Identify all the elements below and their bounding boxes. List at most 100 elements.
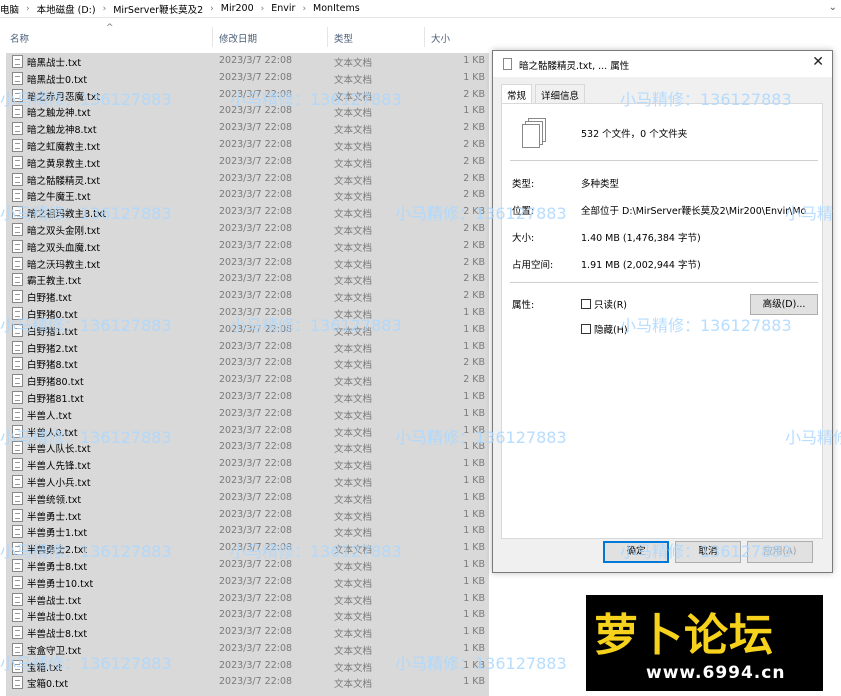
chevron-right-icon: ›: [260, 3, 265, 14]
chevron-down-icon[interactable]: ⌄: [829, 2, 837, 13]
file-row[interactable]: 暗之骷髅精灵.txt 2023/3/7 22:08 文本文档 2 KB: [6, 171, 489, 188]
location-value: 全部位于 D:\MirServer鞭长莫及2\Mir200\Envir\Mo: [581, 206, 807, 217]
file-row[interactable]: 暗黑战士.txt 2023/3/7 22:08 文本文档 1 KB: [6, 53, 489, 70]
file-type: 文本文档: [334, 427, 373, 439]
hidden-checkbox[interactable]: [581, 324, 591, 334]
file-row[interactable]: 半兽战士.txt 2023/3/7 22:08 文本文档 1 KB: [6, 591, 489, 608]
file-size: 2 KB: [463, 206, 485, 218]
column-size[interactable]: 大小: [431, 31, 450, 45]
type-label: 类型:: [512, 179, 535, 190]
advanced-button[interactable]: 高级(D)...: [750, 294, 818, 315]
file-name: 白野猪80.txt: [27, 377, 84, 389]
site-logo: 萝卜论坛 www.6994.cn: [586, 595, 823, 691]
file-size: 1 KB: [463, 626, 485, 638]
file-date: 2023/3/7 22:08: [219, 138, 293, 150]
file-row[interactable]: 半兽统领.txt 2023/3/7 22:08 文本文档 1 KB: [6, 490, 489, 507]
file-row[interactable]: 白野猪.txt 2023/3/7 22:08 文本文档 2 KB: [6, 288, 489, 305]
file-row[interactable]: 暗之触龙神8.txt 2023/3/7 22:08 文本文档 2 KB: [6, 120, 489, 137]
cancel-button[interactable]: 取消: [675, 541, 741, 563]
file-row[interactable]: 半兽勇士10.txt 2023/3/7 22:08 文本文档 1 KB: [6, 574, 489, 591]
ok-button[interactable]: 确定: [603, 541, 669, 563]
breadcrumb-item-pc[interactable]: 电脑: [0, 2, 19, 16]
close-icon[interactable]: ✕: [812, 54, 824, 70]
file-type: 文本文档: [334, 612, 373, 624]
file-row[interactable]: 半兽人队长.txt 2023/3/7 22:08 文本文档 1 KB: [6, 439, 489, 456]
file-type: 文本文档: [334, 444, 373, 456]
file-row[interactable]: 半兽人.txt 2023/3/7 22:08 文本文档 1 KB: [6, 406, 489, 423]
tab-general[interactable]: 常规: [501, 84, 533, 105]
file-row[interactable]: 半兽勇士1.txt 2023/3/7 22:08 文本文档 1 KB: [6, 523, 489, 540]
file-size: 1 KB: [463, 592, 485, 604]
file-row[interactable]: 白野猪1.txt 2023/3/7 22:08 文本文档 1 KB: [6, 322, 489, 339]
file-row[interactable]: 暗之虹魔教主.txt 2023/3/7 22:08 文本文档 2 KB: [6, 137, 489, 154]
file-row[interactable]: 白野猪81.txt 2023/3/7 22:08 文本文档 1 KB: [6, 389, 489, 406]
file-row[interactable]: 暗之双头金刚.txt 2023/3/7 22:08 文本文档 2 KB: [6, 221, 489, 238]
file-row[interactable]: 宝箱0.txt 2023/3/7 22:08 文本文档 1 KB: [6, 674, 489, 691]
readonly-checkbox[interactable]: [581, 299, 591, 309]
file-name: 暗之骷髅精灵.txt: [27, 175, 101, 187]
text-file-icon: [12, 239, 23, 253]
file-row[interactable]: 暗之触龙神.txt 2023/3/7 22:08 文本文档 1 KB: [6, 103, 489, 120]
dialog-titlebar[interactable]: 暗之骷髅精灵.txt, ... 属性 ✕: [493, 51, 832, 77]
file-name: 半兽勇士1.txt: [27, 528, 88, 540]
file-type: 文本文档: [334, 125, 373, 137]
file-name: 宝箱0.txt: [27, 679, 69, 691]
tab-details[interactable]: 详细信息: [535, 84, 586, 104]
file-type: 文本文档: [334, 58, 373, 69]
file-date: 2023/3/7 22:08: [219, 626, 293, 638]
file-row[interactable]: 白野猪8.txt 2023/3/7 22:08 文本文档 2 KB: [6, 355, 489, 372]
hidden-label[interactable]: 隐藏(H): [594, 322, 628, 336]
file-row[interactable]: 半兽人先锋.txt 2023/3/7 22:08 文本文档 1 KB: [6, 456, 489, 473]
file-name: 暗之虹魔教主.txt: [27, 141, 101, 153]
file-row[interactable]: 暗之黄泉教主.txt 2023/3/7 22:08 文本文档 2 KB: [6, 154, 489, 171]
file-row[interactable]: 半兽战士8.txt 2023/3/7 22:08 文本文档 1 KB: [6, 624, 489, 641]
file-row[interactable]: 暗之祖玛教主8.txt 2023/3/7 22:08 文本文档 2 KB: [6, 204, 489, 221]
text-file-icon: [12, 189, 23, 203]
column-divider[interactable]: [212, 27, 213, 47]
text-file-icon: [12, 508, 23, 522]
file-date: 2023/3/7 22:08: [219, 105, 293, 117]
file-row[interactable]: 半兽人0.txt 2023/3/7 22:08 文本文档 1 KB: [6, 423, 489, 440]
file-row[interactable]: 暗之沃玛教主.txt 2023/3/7 22:08 文本文档 2 KB: [6, 255, 489, 272]
readonly-label[interactable]: 只读(R): [594, 297, 627, 311]
column-date[interactable]: 修改日期: [219, 31, 257, 45]
file-date: 2023/3/7 22:08: [219, 256, 293, 268]
file-icon: [503, 58, 512, 70]
file-row[interactable]: 宝箱.txt 2023/3/7 22:08 文本文档 1 KB: [6, 658, 489, 675]
file-row[interactable]: 霸王教主.txt 2023/3/7 22:08 文本文档 2 KB: [6, 271, 489, 288]
apply-button[interactable]: 应用(A): [747, 541, 813, 563]
breadcrumb-item-mir200[interactable]: Mir200: [221, 3, 254, 14]
column-divider[interactable]: [424, 27, 425, 47]
file-row[interactable]: 暗之双头血魔.txt 2023/3/7 22:08 文本文档 2 KB: [6, 238, 489, 255]
file-row[interactable]: 白野猪0.txt 2023/3/7 22:08 文本文档 1 KB: [6, 305, 489, 322]
column-divider[interactable]: [327, 27, 328, 47]
file-row[interactable]: 暗之牛魔王.txt 2023/3/7 22:08 文本文档 2 KB: [6, 187, 489, 204]
file-row[interactable]: 半兽勇士2.txt 2023/3/7 22:08 文本文档 1 KB: [6, 540, 489, 557]
file-row[interactable]: 半兽勇士8.txt 2023/3/7 22:08 文本文档 1 KB: [6, 557, 489, 574]
file-row[interactable]: 暗黑战士0.txt 2023/3/7 22:08 文本文档 1 KB: [6, 70, 489, 87]
file-name: 半兽人队长.txt: [27, 444, 91, 456]
file-row[interactable]: 半兽勇士.txt 2023/3/7 22:08 文本文档 1 KB: [6, 507, 489, 524]
file-type: 文本文档: [334, 578, 373, 590]
file-date: 2023/3/7 22:08: [219, 122, 293, 134]
text-file-icon: [12, 290, 23, 304]
file-row[interactable]: 半兽战士0.txt 2023/3/7 22:08 文本文档 1 KB: [6, 607, 489, 624]
file-date: 2023/3/7 22:08: [219, 575, 293, 587]
file-size: 1 KB: [463, 105, 485, 117]
file-row[interactable]: 白野猪80.txt 2023/3/7 22:08 文本文档 2 KB: [6, 372, 489, 389]
column-name[interactable]: 名称: [10, 31, 29, 45]
text-file-icon: [12, 71, 23, 85]
file-row[interactable]: 白野猪2.txt 2023/3/7 22:08 文本文档 1 KB: [6, 339, 489, 356]
breadcrumb-item-envir[interactable]: Envir: [271, 3, 295, 14]
file-size: 1 KB: [463, 558, 485, 570]
file-row[interactable]: 半兽人小兵.txt 2023/3/7 22:08 文本文档 1 KB: [6, 473, 489, 490]
breadcrumb-item-monitems[interactable]: MonItems: [313, 3, 360, 14]
file-row[interactable]: 宝盒守卫.txt 2023/3/7 22:08 文本文档 1 KB: [6, 641, 489, 658]
file-row[interactable]: 暗之赤月恶魔.txt 2023/3/7 22:08 文本文档 2 KB: [6, 87, 489, 104]
file-size: 1 KB: [463, 474, 485, 486]
column-type[interactable]: 类型: [334, 31, 353, 45]
file-size: 1 KB: [463, 390, 485, 402]
breadcrumb-item-drive[interactable]: 本地磁盘 (D:): [37, 2, 96, 16]
breadcrumb-item-server[interactable]: MirServer鞭长莫及2: [113, 2, 203, 16]
size-value: 1.40 MB (1,476,384 字节): [581, 233, 701, 244]
